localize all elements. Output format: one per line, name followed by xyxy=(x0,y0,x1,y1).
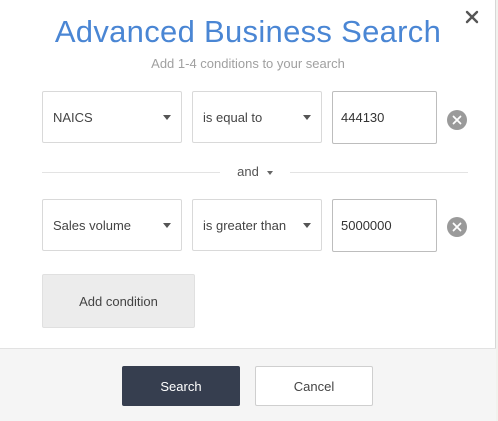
conjunction-label: and xyxy=(237,164,259,179)
chevron-down-icon xyxy=(163,115,171,120)
dialog-footer: Search Cancel xyxy=(0,348,496,421)
condition-1-operator-select[interactable]: is equal to xyxy=(192,91,322,143)
chevron-down-icon xyxy=(303,115,311,120)
conjunction-dropdown[interactable]: and xyxy=(42,164,468,179)
chevron-down-icon xyxy=(163,223,171,228)
condition-1-remove-icon[interactable] xyxy=(447,110,467,130)
condition-2-operator-select[interactable]: is greater than xyxy=(192,199,322,251)
condition-2-remove-icon[interactable] xyxy=(447,217,467,237)
condition-1-value-input[interactable] xyxy=(332,91,437,144)
condition-1-field-value: NAICS xyxy=(53,109,93,125)
chevron-down-icon xyxy=(266,170,273,175)
condition-2-field-select[interactable]: Sales volume xyxy=(42,199,182,251)
cancel-button[interactable]: Cancel xyxy=(255,366,373,406)
search-button[interactable]: Search xyxy=(122,366,240,406)
condition-1-operator-value: is equal to xyxy=(203,109,263,125)
add-condition-button[interactable]: Add condition xyxy=(42,274,195,328)
condition-2-operator-value: is greater than xyxy=(203,217,287,233)
dialog-subtitle: Add 1-4 conditions to your search xyxy=(151,56,345,71)
condition-2-value-input[interactable] xyxy=(332,199,437,252)
condition-2-field-value: Sales volume xyxy=(53,217,132,233)
condition-1-field-select[interactable]: NAICS xyxy=(42,91,182,143)
advanced-search-dialog: Advanced Business Search Add 1-4 conditi… xyxy=(0,0,496,421)
chevron-down-icon xyxy=(303,223,311,228)
conjunction-separator: and xyxy=(42,164,468,180)
dialog-title: Advanced Business Search xyxy=(54,14,442,49)
